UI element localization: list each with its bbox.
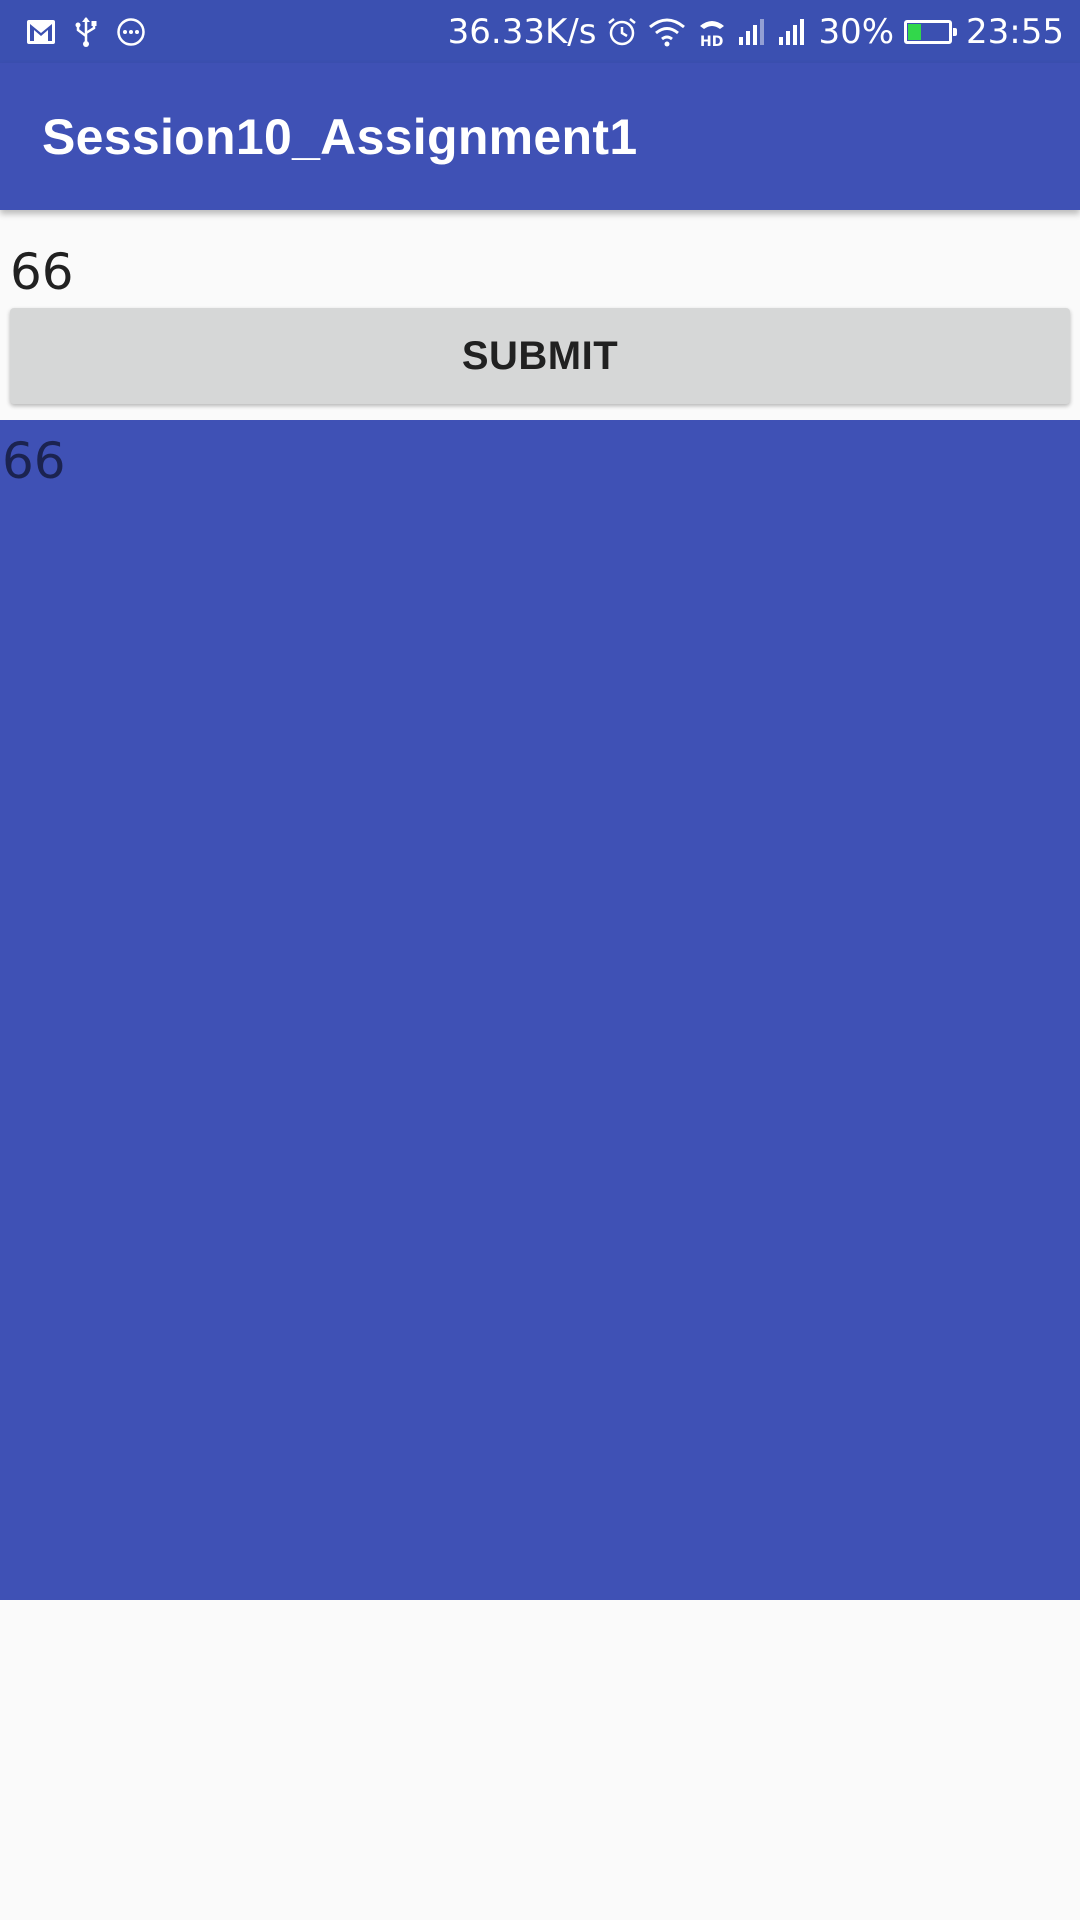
result-text: 66 (2, 432, 66, 490)
usb-icon (74, 16, 98, 48)
app-bar: Session10_Assignment1 (0, 63, 1080, 210)
clock: 23:55 (966, 11, 1064, 52)
battery-fill (908, 23, 921, 40)
status-bar-left (26, 16, 146, 48)
app-title: Session10_Assignment1 (42, 108, 638, 165)
svg-text:HD: HD (700, 34, 723, 48)
number-input[interactable] (10, 240, 1070, 304)
network-speed: 36.33K/s (447, 11, 597, 52)
status-bar-right: 36.33K/s HD 30% 23:55 (448, 15, 1064, 49)
result-panel: 66 (0, 420, 1080, 1600)
battery-percent: 30% (818, 11, 895, 52)
status-bar: 36.33K/s HD 30% 23:55 (0, 0, 1080, 63)
gmail-icon (26, 19, 56, 45)
screen: 36.33K/s HD 30% 23:55 Session10_Assignme… (0, 0, 1080, 1920)
more-icon (116, 17, 146, 47)
signal-icon (738, 17, 768, 47)
battery-icon (904, 19, 958, 44)
wifi-icon (648, 17, 686, 47)
alarm-icon (606, 16, 638, 48)
submit-button[interactable]: SUBMIT (10, 308, 1070, 404)
signal-icon (778, 17, 808, 47)
hd-call-icon: HD (696, 16, 728, 48)
